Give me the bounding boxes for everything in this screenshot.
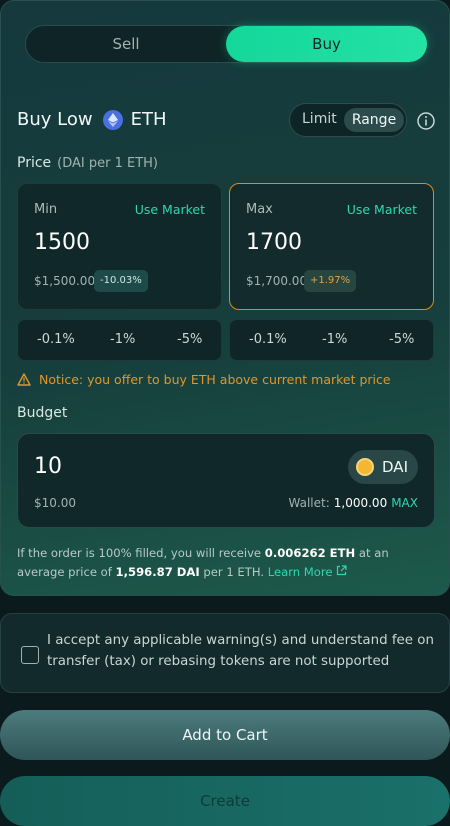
external-link-icon <box>337 565 347 576</box>
order-token: ETH <box>130 109 167 130</box>
max-price-box[interactable]: Max Use Market 1700 $1,700.00 +1.97% <box>229 183 434 310</box>
min-step-1[interactable]: -1% <box>110 332 135 347</box>
price-label-text: Price <box>17 155 52 171</box>
min-step-5[interactable]: -5% <box>177 332 202 347</box>
max-change-badge: +1.97% <box>304 270 357 292</box>
summary-part3: per 1 ETH. <box>199 565 268 579</box>
min-label: Min <box>34 202 58 217</box>
min-change-badge: -10.03% <box>94 270 148 292</box>
wallet-amount: 1,000.00 <box>333 496 388 510</box>
max-step-0-1[interactable]: -0.1% <box>249 332 287 347</box>
side-toggle: Sell Buy <box>25 25 427 63</box>
warning-icon <box>17 373 31 386</box>
min-step-0-1[interactable]: -0.1% <box>37 332 75 347</box>
wallet-balance: Wallet: 1,000.00 MAX <box>289 496 418 510</box>
budget-label: Budget <box>17 405 68 421</box>
price-unit: (DAI per 1 ETH) <box>57 156 159 171</box>
min-step-buttons: -0.1% -1% -5% <box>17 319 222 361</box>
min-price-input[interactable]: 1500 <box>34 230 90 255</box>
order-summary: If the order is 100% filled, you will re… <box>17 544 427 582</box>
order-title-prefix: Buy Low <box>17 109 93 130</box>
summary-part1: If the order is 100% filled, you will re… <box>17 546 265 560</box>
max-label: Max <box>246 202 273 217</box>
max-step-buttons: -0.1% -1% -5% <box>229 319 434 361</box>
mode-range[interactable]: Range <box>344 108 404 132</box>
notice-message: Notice: you offer to buy ETH above curre… <box>17 372 391 387</box>
notice-text: Notice: you offer to buy ETH above curre… <box>39 372 391 387</box>
dai-icon <box>356 458 375 476</box>
max-button[interactable]: MAX <box>391 496 418 510</box>
min-fiat-value: $1,500.00 <box>34 274 96 288</box>
budget-box[interactable]: 10 $10.00 DAI Wallet: 1,000.00 MAX <box>17 433 435 528</box>
summary-receive: 0.006262 ETH <box>264 546 356 560</box>
budget-input[interactable]: 10 <box>34 454 62 479</box>
max-price-input[interactable]: 1700 <box>246 230 302 255</box>
learn-more-text: Learn More <box>267 565 333 579</box>
max-step-5[interactable]: -5% <box>389 332 414 347</box>
accept-warning-panel: I accept any applicable warning(s) and u… <box>0 613 450 693</box>
budget-fiat-value: $10.00 <box>34 496 76 510</box>
accept-text: I accept any applicable warning(s) and u… <box>47 633 434 669</box>
mode-limit[interactable]: Limit <box>302 111 337 127</box>
wallet-label: Wallet: <box>288 496 330 510</box>
mode-toggle: Limit Range <box>289 103 407 137</box>
learn-more-link[interactable]: Learn More <box>268 565 348 579</box>
accept-checkbox[interactable] <box>21 646 39 664</box>
sell-tab[interactable]: Sell <box>26 26 226 62</box>
budget-token-label: DAI <box>382 458 408 476</box>
max-step-1[interactable]: -1% <box>322 332 347 347</box>
order-card: Sell Buy Buy Low ETH Limit Range Price (D… <box>0 0 450 596</box>
info-icon[interactable] <box>416 111 436 131</box>
budget-token-selector[interactable]: DAI <box>348 450 418 484</box>
max-use-market-link[interactable]: Use Market <box>347 202 417 217</box>
create-button[interactable]: Create <box>0 776 450 826</box>
buy-tab[interactable]: Buy <box>226 26 427 62</box>
add-to-cart-button[interactable]: Add to Cart <box>0 710 450 760</box>
min-price-box[interactable]: Min Use Market 1500 $1,500.00 -10.03% <box>17 183 222 310</box>
max-fiat-value: $1,700.00 <box>246 274 308 288</box>
price-label: Price (DAI per 1 ETH) <box>17 155 158 171</box>
order-title: Buy Low ETH <box>17 109 166 130</box>
summary-avg-price: 1,596.87 DAI <box>115 565 200 579</box>
min-use-market-link[interactable]: Use Market <box>135 202 205 217</box>
eth-icon <box>102 109 123 130</box>
